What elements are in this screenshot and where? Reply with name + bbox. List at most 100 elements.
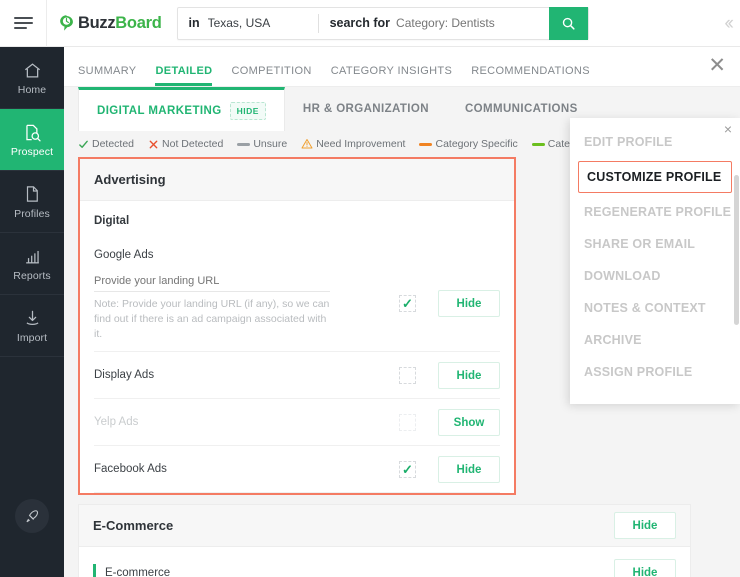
toggle-button-display-ads[interactable]: Hide (438, 362, 500, 389)
sidebar-item-prospect[interactable]: Prospect (0, 109, 64, 171)
close-icon[interactable]: ✕ (708, 55, 726, 76)
row-controls-google-ads: ✓ Hide (399, 246, 500, 317)
legend-label-category-specific: Category Specific (435, 138, 518, 150)
menu-item-download[interactable]: DOWNLOAD (570, 260, 740, 292)
ecommerce-card-title: E-Commerce (93, 518, 174, 533)
checkbox-facebook-ads[interactable]: ✓ (399, 461, 416, 478)
menu-item-customize-profile[interactable]: CUSTOMIZE PROFILE (578, 161, 732, 193)
sidebar-label-reports: Reports (13, 270, 51, 282)
sidebar-item-profiles[interactable]: Profiles (0, 171, 64, 233)
table-row: E-commerce Hide (93, 547, 676, 577)
advertising-card: Advertising Digital Google Ads Note: Pro… (78, 157, 516, 495)
sidebar-item-home[interactable]: Home (0, 47, 64, 109)
toggle-button-ecommerce[interactable]: Hide (614, 512, 676, 539)
tab-competition[interactable]: COMPETITION (231, 65, 321, 86)
row-content-google-ads: Google Ads Note: Provide your landing UR… (94, 246, 399, 342)
row-content-facebook-ads: Facebook Ads (94, 460, 399, 478)
row-label-display-ads: Display Ads (94, 369, 155, 381)
sidebar-label-prospect: Prospect (10, 146, 54, 158)
profile-actions-menu: × EDIT PROFILE CUSTOMIZE PROFILE REGENER… (570, 118, 740, 404)
row-label-facebook-ads: Facebook Ads (94, 463, 167, 475)
legend-item-detected: Detected (78, 138, 134, 150)
row-content-display-ads: Display Ads (94, 366, 399, 384)
sidebar-label-home: Home (17, 84, 47, 96)
toggle-button-ecommerce-row[interactable]: Hide (614, 559, 676, 577)
home-icon (23, 59, 42, 81)
hamburger-icon[interactable] (0, 0, 46, 47)
legend-label-not-detected: Not Detected (162, 138, 224, 150)
dash-icon (237, 142, 251, 146)
table-row: Google Ads Note: Provide your landing UR… (94, 237, 500, 352)
cross-icon (149, 140, 158, 148)
advertising-card-title: Advertising (94, 172, 166, 187)
search-icon (563, 17, 576, 30)
tab-recommendations[interactable]: RECOMMENDATIONS (471, 65, 600, 86)
row-controls-facebook-ads: ✓ Hide (399, 455, 500, 483)
table-row: Display Ads Hide (94, 352, 500, 399)
status-bar-indicator (93, 564, 96, 577)
tab-summary[interactable]: SUMMARY (78, 65, 146, 86)
popup-close-icon[interactable]: × (724, 122, 732, 136)
buzzboard-pin-icon (57, 14, 76, 33)
toolbar-divider (46, 0, 47, 47)
check-icon (79, 140, 88, 148)
legend-label-unsure: Unsure (253, 138, 288, 150)
toggle-button-yelp-ads[interactable]: Show (438, 409, 500, 436)
sidebar-item-import[interactable]: Import (0, 295, 64, 357)
table-row: Yelp Ads Show (94, 399, 500, 446)
menu-item-archive[interactable]: ARCHIVE (570, 324, 740, 356)
row-label-yelp-ads: Yelp Ads (94, 416, 139, 428)
toggle-button-facebook-ads[interactable]: Hide (438, 456, 500, 483)
hide-chip[interactable]: HIDE (229, 101, 266, 120)
menu-item-regenerate-profile[interactable]: REGENERATE PROFILE (570, 196, 740, 228)
tab-digital-marketing-label: DIGITAL MARKETING (97, 104, 222, 117)
sidebar-label-import: Import (16, 332, 48, 344)
brand-logo[interactable]: BuzzBoard (57, 13, 162, 33)
ecommerce-card-header: E-Commerce Hide (79, 505, 690, 547)
brand-text-primary: Buzz (78, 13, 116, 32)
category-input[interactable] (396, 16, 550, 30)
green-bar-icon (531, 142, 545, 146)
report-tabs: SUMMARY DETAILED COMPETITION CATEGORY IN… (64, 47, 740, 87)
checkbox-display-ads[interactable] (399, 367, 416, 384)
legend-label-detected: Detected (92, 138, 135, 150)
ecommerce-card: E-Commerce Hide E-commerce Hide (78, 504, 691, 577)
collapse-panel-icon[interactable]: ‹‹ (724, 14, 734, 33)
landing-url-input[interactable] (94, 269, 330, 292)
legend-label-need-improvement: Need Improvement (316, 138, 406, 150)
menu-item-edit-profile[interactable]: EDIT PROFILE (570, 126, 740, 158)
legend-item-unsure: Unsure (237, 138, 287, 150)
menu-item-notes-and-context[interactable]: NOTES & CONTEXT (570, 292, 740, 324)
document-icon (23, 183, 41, 205)
checkbox-yelp-ads[interactable] (399, 414, 416, 431)
location-input[interactable] (207, 16, 318, 30)
search-for-label: search for (329, 16, 391, 30)
legend-item-need-improvement: Need Improvement (301, 138, 405, 150)
search-in-label: in (188, 16, 200, 30)
sidebar-item-reports[interactable]: Reports (0, 233, 64, 295)
warning-icon (301, 139, 313, 149)
orange-bar-icon (419, 142, 433, 146)
advertising-card-header: Advertising (80, 159, 514, 201)
menu-item-share-or-email[interactable]: SHARE OR EMAIL (570, 228, 740, 260)
toggle-button-google-ads[interactable]: Hide (438, 290, 500, 317)
legend-item-category-specific: Category Specific (419, 138, 518, 150)
search-button[interactable] (549, 6, 589, 40)
brand-text-secondary: Board (115, 13, 162, 32)
sidebar-footer (0, 499, 64, 533)
sidebar-label-profiles: Profiles (14, 208, 50, 220)
top-bar: BuzzBoard in search for ‹‹ (0, 0, 740, 47)
app-root: BuzzBoard in search for ‹‹ (0, 0, 740, 577)
rocket-icon[interactable] (15, 499, 49, 533)
tab-detailed[interactable]: DETAILED (155, 65, 222, 86)
tab-category-insights[interactable]: CATEGORY INSIGHTS (331, 65, 462, 86)
menu-item-assign-profile[interactable]: ASSIGN PROFILE (570, 356, 740, 388)
row-controls-display-ads: Hide (399, 361, 500, 389)
check-icon: ✓ (402, 296, 413, 311)
vertical-scrollbar[interactable] (734, 175, 739, 325)
row-label-ecommerce: E-commerce (105, 566, 171, 577)
tab-hr-organization[interactable]: HR & ORGANIZATION (285, 87, 447, 131)
tab-digital-marketing[interactable]: DIGITAL MARKETING HIDE (78, 87, 285, 131)
checkbox-google-ads[interactable]: ✓ (399, 295, 416, 312)
bar-chart-icon (23, 245, 42, 267)
